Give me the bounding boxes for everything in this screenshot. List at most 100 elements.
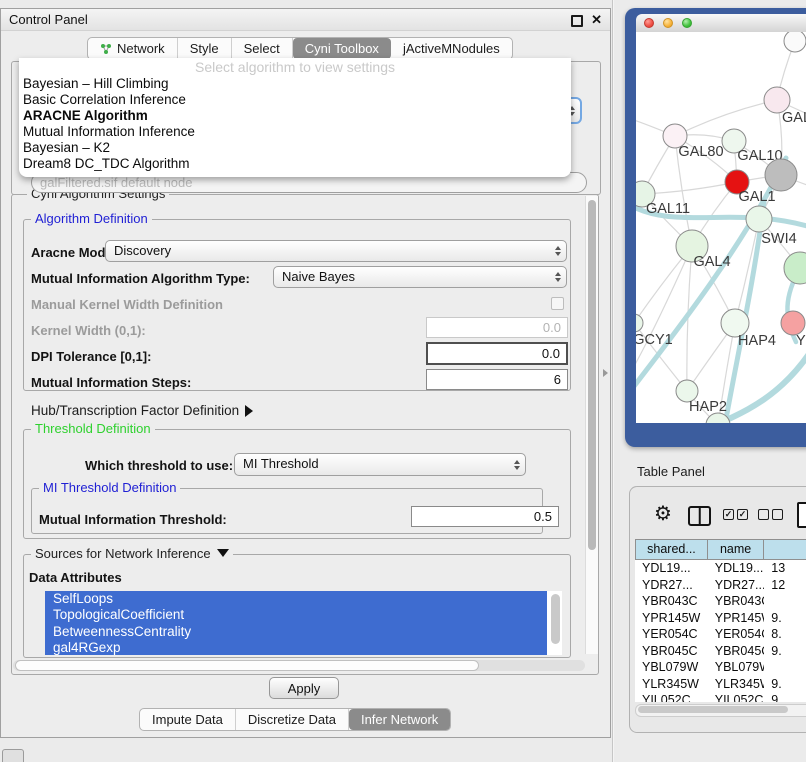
table-cell: YPR145W xyxy=(635,610,708,627)
unchecked-pair-icon[interactable] xyxy=(758,509,783,520)
tab-label: Cyni Toolbox xyxy=(305,41,379,56)
hub-definition-expander[interactable]: Hub/Transcription Factor Definition xyxy=(31,403,253,418)
panel-resize-handle[interactable] xyxy=(603,369,608,377)
table-cell: YDR27... xyxy=(635,577,708,594)
which-threshold-combobox[interactable]: MI Threshold xyxy=(234,453,526,476)
table-body: YDL19...YDL19...13YDR27...YDR27...12YBR0… xyxy=(635,560,806,702)
aracne-mode-combobox[interactable]: Discovery xyxy=(105,240,567,262)
bottom-corner-button[interactable] xyxy=(2,749,24,762)
network-window-titlebar[interactable] xyxy=(636,14,806,33)
table-cell xyxy=(764,659,806,676)
attr-list-scrollbar-thumb[interactable] xyxy=(551,594,560,644)
table-cell: YBR045C xyxy=(708,643,765,660)
network-node-gcy1[interactable] xyxy=(636,314,643,332)
table-row[interactable]: YBL079WYBL079W xyxy=(635,659,806,676)
algorithm-definition-legend: Algorithm Definition xyxy=(31,212,152,226)
control-panel-title: Control Panel xyxy=(9,12,88,27)
sources-legend: Sources for Network Inference xyxy=(35,546,211,561)
sources-expander[interactable]: Sources for Network Inference xyxy=(31,547,233,561)
settings-horizontal-scrollbar[interactable] xyxy=(13,660,585,671)
settings-scrollbar-thumb[interactable] xyxy=(588,200,596,550)
close-icon[interactable]: ✕ xyxy=(591,9,602,31)
table-row[interactable]: YDR27...YDR27...12 xyxy=(635,577,806,594)
float-window-icon[interactable] xyxy=(571,15,583,27)
network-node[interactable] xyxy=(765,159,797,191)
table-cell: 13 xyxy=(764,560,806,577)
mi-threshold-value: 0.5 xyxy=(534,509,552,524)
mi-type-combobox[interactable]: Naive Bayes xyxy=(273,266,567,288)
table-cell: YBL079W xyxy=(708,659,765,676)
table-horizontal-scrollbar[interactable] xyxy=(635,704,806,717)
dropdown-item[interactable]: ARACNE Algorithm xyxy=(19,108,571,124)
table-hscrollbar-thumb[interactable] xyxy=(638,706,788,713)
network-edge xyxy=(636,246,692,377)
attribute-list-item[interactable]: TopologicalCoefficient xyxy=(45,607,547,623)
control-panel-titlebar[interactable]: Control Panel ✕ xyxy=(1,9,610,31)
network-view-window: GALGAL80GAL10GAL1GAL11SWI4GAL4GCY1HAP4YH… xyxy=(625,8,806,447)
dropdown-item[interactable]: Basic Correlation Inference xyxy=(19,92,571,108)
table-row[interactable]: YPR145WYPR145W9. xyxy=(635,610,806,627)
checked-pair-icon[interactable]: ✓✓ xyxy=(723,509,748,520)
apply-button[interactable]: Apply xyxy=(269,677,339,699)
attribute-list-item[interactable]: gal4RGexp xyxy=(45,640,547,655)
table-cell: 9. xyxy=(764,643,806,660)
network-node[interactable] xyxy=(784,32,806,52)
dpi-tolerance-label: DPI Tolerance [0,1]: xyxy=(31,349,151,364)
minimize-traffic-light-icon[interactable] xyxy=(663,18,673,28)
algorithm-dropdown-popup: Select algorithm to view settings Bayesi… xyxy=(19,58,571,177)
desktop: Control Panel ✕ NetworkStyle Select Cyni T… xyxy=(0,0,806,762)
dropdown-item[interactable]: Mutual Information Inference xyxy=(19,124,571,140)
table-cell: YLR345W xyxy=(635,676,708,693)
settings-vertical-scrollbar[interactable] xyxy=(585,196,598,654)
tab-cyni-toolbox[interactable]: Cyni Toolbox xyxy=(293,38,391,59)
network-node-y[interactable] xyxy=(781,311,805,335)
tab-select[interactable]: Select xyxy=(232,38,293,59)
data-attributes-list[interactable]: SelfLoopsTopologicalCoefficientBetweenne… xyxy=(45,591,562,655)
bottom-tab-discretize-data[interactable]: Discretize Data xyxy=(236,709,349,730)
dropdown-item[interactable]: Bayesian – K2 xyxy=(19,140,571,156)
column-header[interactable]: name xyxy=(708,539,764,560)
manual-kernel-checkbox[interactable] xyxy=(551,297,564,310)
bottom-tab-impute-data[interactable]: Impute Data xyxy=(140,709,236,730)
control-panel-tabbar: NetworkStyle Select Cyni Toolbox jActiveMNo… xyxy=(87,37,513,60)
zoom-traffic-light-icon[interactable] xyxy=(682,18,692,28)
attribute-list-item[interactable]: BetweennessCentrality xyxy=(45,624,547,640)
settings-hscrollbar-thumb[interactable] xyxy=(15,660,479,671)
mi-threshold-field[interactable]: 0.5 xyxy=(411,506,559,527)
gear-icon[interactable]: ⚙ xyxy=(654,503,672,525)
document-icon[interactable] xyxy=(797,502,806,528)
table-cell xyxy=(764,593,806,610)
table-cell: YPR145W xyxy=(708,610,765,627)
attribute-list-item[interactable]: SelfLoops xyxy=(45,591,547,607)
mi-threshold-label: Mutual Information Threshold: xyxy=(39,512,227,527)
column-header[interactable]: shared... xyxy=(635,539,708,560)
tab-label: Select xyxy=(244,41,280,56)
close-traffic-light-icon[interactable] xyxy=(644,18,654,28)
network-node[interactable] xyxy=(784,252,806,284)
network-node-swi4[interactable] xyxy=(746,206,772,232)
bottom-tabbar: Impute DataDiscretize DataInfer Network xyxy=(139,708,451,731)
kernel-width-field[interactable]: 0.0 xyxy=(426,317,568,338)
table-cell: YDL19... xyxy=(708,560,765,577)
column-header[interactable] xyxy=(764,539,806,560)
control-panel-window: Control Panel ✕ NetworkStyle Select Cyni T… xyxy=(0,8,611,738)
table-row[interactable]: YLR345WYLR345W9. xyxy=(635,676,806,693)
tab-style[interactable]: Style xyxy=(178,38,232,59)
network-canvas[interactable]: GALGAL80GAL10GAL1GAL11SWI4GAL4GCY1HAP4YH… xyxy=(636,32,806,423)
table-row[interactable]: YIL052CYIL052C9 xyxy=(635,692,806,702)
table-row[interactable]: YBR043CYBR043C xyxy=(635,593,806,610)
mi-steps-field[interactable]: 6 xyxy=(426,369,568,390)
network-node-label: GAL11 xyxy=(646,201,690,217)
split-columns-icon[interactable] xyxy=(688,506,711,526)
tab-jactivemnodules[interactable]: jActiveMNodules xyxy=(391,38,512,59)
dropdown-item[interactable]: Bayesian – Hill Climbing xyxy=(19,76,571,92)
network-selector-value: galFiltered.sif default node xyxy=(40,175,192,190)
table-row[interactable]: YBR045CYBR045C9. xyxy=(635,643,806,660)
dropdown-item[interactable]: Dream8 DC_TDC Algorithm xyxy=(19,156,571,172)
tab-network[interactable]: Network xyxy=(88,38,178,59)
table-row[interactable]: YDL19...YDL19...13 xyxy=(635,560,806,577)
table-row[interactable]: YER054CYER054C8. xyxy=(635,626,806,643)
bottom-tab-infer-network[interactable]: Infer Network xyxy=(349,709,450,730)
dpi-tolerance-field[interactable]: 0.0 xyxy=(426,342,568,365)
mi-type-label: Mutual Information Algorithm Type: xyxy=(31,271,250,286)
